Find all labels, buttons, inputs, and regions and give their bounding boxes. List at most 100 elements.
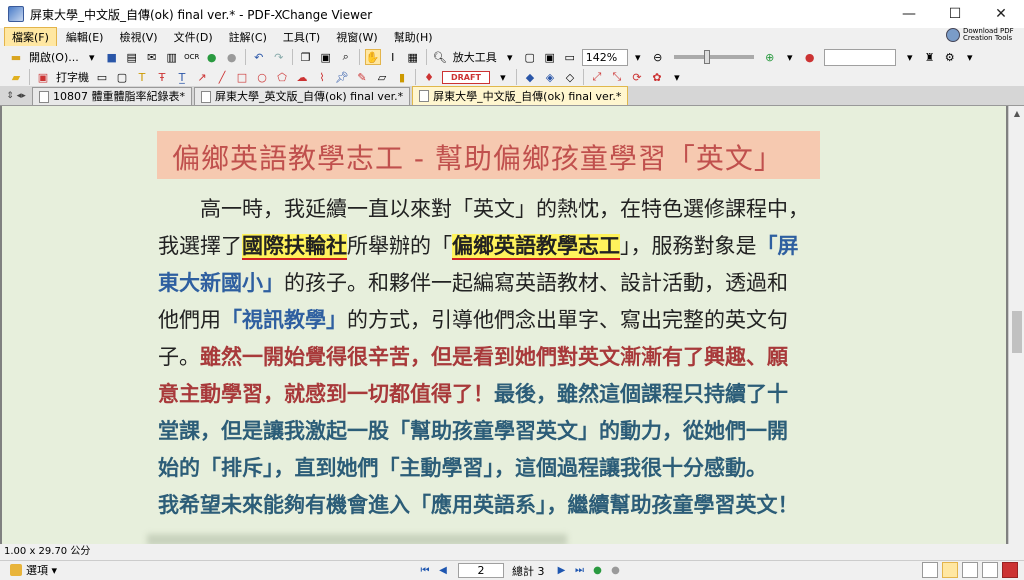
dropdown-icon[interactable]: ▾ <box>902 49 918 65</box>
zoom-out-icon[interactable]: ⊖ <box>650 49 666 65</box>
sticky-note-icon[interactable]: ▰ <box>8 69 24 85</box>
history-back-icon[interactable]: ● <box>591 564 605 578</box>
dropdown-icon[interactable]: ▾ <box>962 49 978 65</box>
menu-view[interactable]: 檢視(V) <box>112 28 164 46</box>
current-page-input[interactable]: 2 <box>458 563 504 578</box>
stamp-icon[interactable]: ♜ <box>922 49 938 65</box>
eraser-icon[interactable]: ▱ <box>374 69 390 85</box>
email-icon[interactable]: ✉ <box>144 49 160 65</box>
vertical-scrollbar[interactable]: ▲ <box>1008 106 1024 544</box>
link-icon[interactable]: ⤢ <box>589 69 605 85</box>
history-forward-icon[interactable]: ● <box>609 564 623 578</box>
tab-nav-arrows[interactable]: ⇕ ◂▸ <box>0 86 32 105</box>
textbox-icon[interactable]: ▢ <box>114 69 130 85</box>
cloud-icon[interactable]: ☁ <box>294 69 310 85</box>
strikeout-icon[interactable]: Ŧ <box>154 69 170 85</box>
zoom-tool-button[interactable]: 放大工具 <box>453 49 497 65</box>
back-icon[interactable]: ● <box>204 49 220 65</box>
tab-chinese-autobiography[interactable]: 屏東大學_中文版_自傳(ok) final ver.* <box>412 86 629 105</box>
highlighter-icon[interactable]: ▮ <box>394 69 410 85</box>
tab-english-autobiography[interactable]: 屏東大學_英文版_自傳(ok) final ver.* <box>194 87 411 105</box>
print-icon[interactable]: ▤ <box>124 49 140 65</box>
pin-icon[interactable]: 📌︎ <box>334 69 350 85</box>
last-page-icon[interactable]: ⏭ <box>573 564 587 578</box>
zoom-in-icon[interactable]: ⊕ <box>762 49 778 65</box>
menu-window[interactable]: 視窗(W) <box>329 28 384 46</box>
zoom-level-input[interactable]: 142% <box>581 48 628 66</box>
highlighted-text[interactable]: 國際扶輪社 <box>242 234 347 260</box>
polygon-icon[interactable]: ⬠ <box>274 69 290 85</box>
facing-continuous-view-icon[interactable] <box>982 562 998 578</box>
pencil-icon[interactable]: ✎ <box>354 69 370 85</box>
previous-page-icon[interactable]: ◀ <box>436 564 450 578</box>
menu-tools[interactable]: 工具(T) <box>276 28 327 46</box>
tab-weight-record[interactable]: 10807 體重體脂率紀錄表* <box>32 87 192 105</box>
snapshot-icon[interactable]: ▦ <box>405 49 421 65</box>
zoom-slider[interactable] <box>673 50 754 64</box>
menu-help[interactable]: 幫助(H) <box>387 28 440 46</box>
dropdown-icon[interactable]: ▾ <box>502 49 518 65</box>
fit-page-icon[interactable]: ▣ <box>542 49 558 65</box>
redo-icon[interactable]: ↷ <box>271 49 287 65</box>
dropdown-icon[interactable]: ▾ <box>495 69 511 85</box>
zoom-dropdown-icon[interactable]: ▾ <box>630 49 646 65</box>
open-icon[interactable]: ▬ <box>8 49 24 65</box>
search-input[interactable] <box>823 48 896 66</box>
pdf-page[interactable]: 偏鄉英語教學志工 - 幫助偏鄉孩童學習「英文」 高一時，我延續一直以來對「英文」… <box>2 106 1006 544</box>
forward-icon[interactable]: ● <box>224 49 240 65</box>
measure-icon[interactable]: ◆ <box>522 69 538 85</box>
callout-icon[interactable]: ▭ <box>94 69 110 85</box>
resize-icon[interactable]: ⤡ <box>609 69 625 85</box>
menu-edit[interactable]: 編輯(E) <box>59 28 111 46</box>
select-text-icon[interactable]: Ⅰ <box>385 49 401 65</box>
settings-icon[interactable]: ✿ <box>649 69 665 85</box>
draft-stamp-button[interactable]: DRAFT <box>442 70 490 84</box>
highlight-text-icon[interactable]: T <box>134 69 150 85</box>
highlighted-text[interactable]: 偏鄉英語教學志工 <box>452 234 620 260</box>
fit-width-icon[interactable]: ▭ <box>562 49 578 65</box>
typewriter-button[interactable]: 打字機 <box>56 69 89 85</box>
hand-tool-icon[interactable]: ✋ <box>364 49 381 65</box>
arrow-icon[interactable]: ↗ <box>194 69 210 85</box>
underline-icon[interactable]: T̲ <box>174 69 190 85</box>
spellcheck-icon[interactable]: ● <box>802 49 818 65</box>
options-icon[interactable]: ⚙ <box>942 49 958 65</box>
dropdown-icon[interactable]: ▾ <box>669 69 685 85</box>
zoom-slider-handle[interactable] <box>703 50 710 64</box>
scrollbar-thumb[interactable] <box>1012 311 1022 353</box>
open-button[interactable]: 開啟(O)... <box>29 49 79 65</box>
rectangle-icon[interactable]: □ <box>234 69 250 85</box>
minimize-button[interactable]: — <box>886 0 932 28</box>
continuous-view-icon[interactable] <box>942 562 958 578</box>
zoom-icon[interactable]: 🔍︎ <box>432 49 448 65</box>
facing-view-icon[interactable] <box>962 562 978 578</box>
next-page-icon[interactable]: ▶ <box>555 564 569 578</box>
copy-icon[interactable]: ❐ <box>298 49 314 65</box>
undo-icon[interactable]: ↶ <box>251 49 267 65</box>
actual-size-icon[interactable]: ▢ <box>522 49 538 65</box>
ocr-icon[interactable]: OCR <box>184 49 200 65</box>
dropdown-icon[interactable]: ▾ <box>782 49 798 65</box>
menu-file[interactable]: 檔案(F) <box>4 27 57 47</box>
scroll-up-icon[interactable]: ▲ <box>1009 106 1024 122</box>
single-page-view-icon[interactable] <box>922 562 938 578</box>
download-pdf-tools-button[interactable]: Download PDF Creation Tools <box>946 24 1018 46</box>
scan-icon[interactable]: ▥ <box>164 49 180 65</box>
find-icon[interactable]: ⌕ <box>338 49 354 65</box>
rotate-icon[interactable]: ⟳ <box>629 69 645 85</box>
first-page-icon[interactable]: ⏮ <box>418 564 432 578</box>
stamp-tool-icon[interactable]: ♦ <box>421 69 437 85</box>
save-icon[interactable]: ■ <box>104 49 120 65</box>
line-icon[interactable]: ╱ <box>214 69 230 85</box>
ellipse-icon[interactable]: ○ <box>254 69 270 85</box>
dropdown-icon[interactable]: ▾ <box>84 49 100 65</box>
area-icon[interactable]: ◈ <box>542 69 558 85</box>
menu-document[interactable]: 文件(D) <box>167 28 220 46</box>
options-menu[interactable]: 選項 ▾ <box>10 562 57 578</box>
document-view[interactable]: 偏鄉英語教學志工 - 幫助偏鄉孩童學習「英文」 高一時，我延續一直以來對「英文」… <box>0 106 1008 544</box>
menu-comments[interactable]: 註解(C) <box>222 28 274 46</box>
typewriter-icon[interactable]: ▣ <box>35 69 51 85</box>
pdf-logo-icon[interactable] <box>1002 562 1018 578</box>
polyline-icon[interactable]: ⌇ <box>314 69 330 85</box>
paste-icon[interactable]: ▣ <box>318 49 334 65</box>
